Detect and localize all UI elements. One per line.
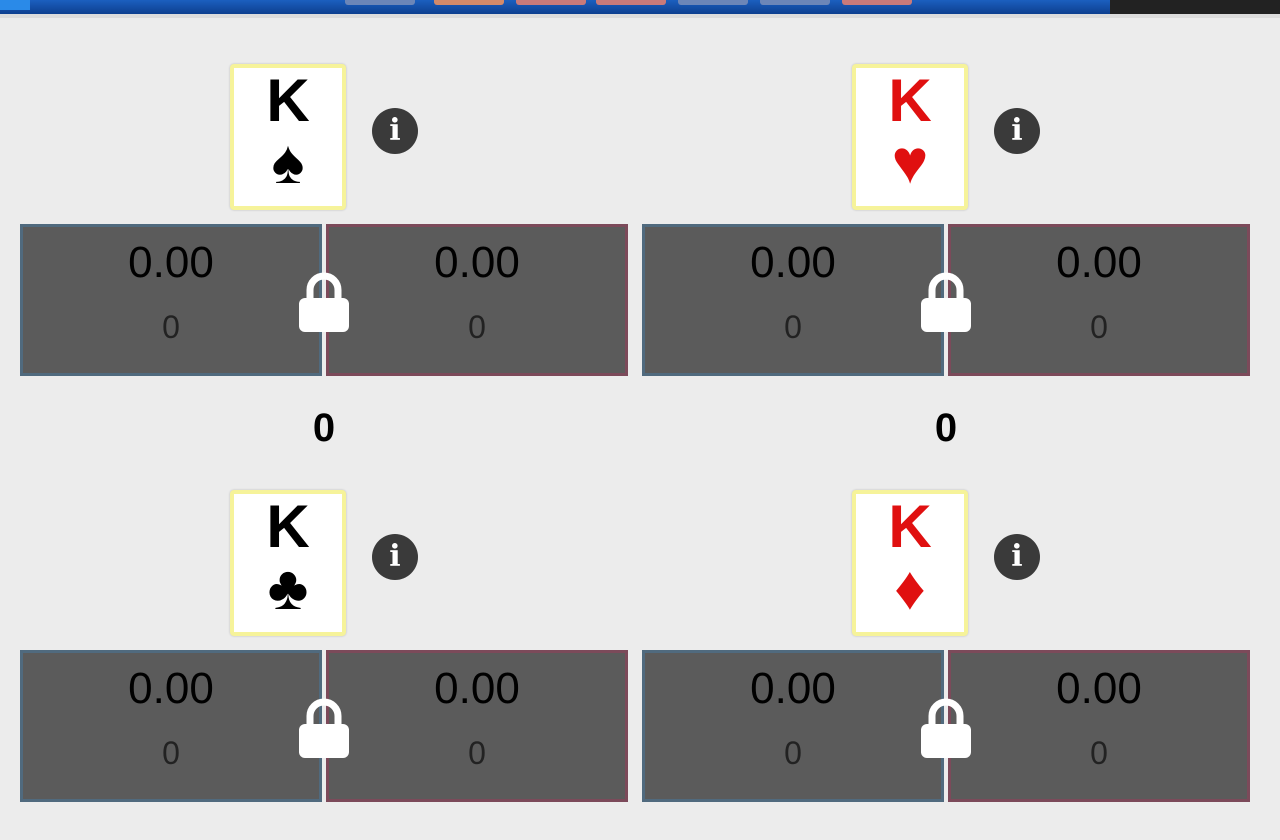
bet-count: 0 [162,309,180,345]
info-icon[interactable]: i [372,534,418,580]
card-rank: K [888,67,932,134]
bet-box-right[interactable]: 0.00 0 [948,224,1250,376]
playing-card[interactable]: K ♥ [852,64,968,210]
top-toolbar [0,0,1280,18]
bet-amount: 0.00 [750,664,836,713]
bet-box-right[interactable]: 0.00 0 [948,650,1250,802]
toolbar-button[interactable] [596,0,666,5]
lock-icon[interactable] [918,272,974,336]
info-icon[interactable]: i [994,534,1040,580]
toolbar-button[interactable] [760,0,830,5]
toolbar-dark-area [1110,0,1280,14]
bet-panel-king-clubs: K ♣ i 0.00 0 0.00 0 [20,490,628,840]
info-icon[interactable]: i [994,108,1040,154]
toolbar-button[interactable] [345,0,415,5]
playing-card[interactable]: K ♠ [230,64,346,210]
bet-box-left[interactable]: 0.00 0 [642,650,944,802]
card-rank: K [888,493,932,560]
diamond-icon: ♦ [894,554,926,623]
lock-icon[interactable] [918,698,974,762]
toolbar-button[interactable] [842,0,912,5]
bet-box-left[interactable]: 0.00 0 [20,650,322,802]
toolbar-accent [0,0,30,10]
bet-count: 0 [468,735,486,771]
bet-panel-king-hearts: K ♥ i 0.00 0 0.00 0 0 [642,64,1250,450]
playing-card[interactable]: K ♦ [852,490,968,636]
card-rank: K [266,493,310,560]
bet-panel-king-spades: K ♠ i 0.00 0 0.00 0 0 [20,64,628,450]
bet-count: 0 [784,309,802,345]
card-rank: K [266,67,310,134]
bet-count: 0 [1090,309,1108,345]
bet-count: 0 [784,735,802,771]
bet-area: 0.00 0 0.00 0 [20,224,628,382]
bet-amount: 0.00 [128,238,214,287]
panel-total: 0 [934,406,958,450]
bet-count: 0 [1090,735,1108,771]
info-icon[interactable]: i [372,108,418,154]
lock-icon[interactable] [296,698,352,762]
bet-panel-king-diamonds: K ♦ i 0.00 0 0.00 0 [642,490,1250,840]
bet-area: 0.00 0 0.00 0 [642,650,1250,808]
bet-count: 0 [468,309,486,345]
bet-count: 0 [162,735,180,771]
toolbar-button[interactable] [516,0,586,5]
bet-box-left[interactable]: 0.00 0 [642,224,944,376]
heart-icon: ♥ [891,128,929,197]
bet-amount: 0.00 [434,664,520,713]
playing-card[interactable]: K ♣ [230,490,346,636]
bet-box-left[interactable]: 0.00 0 [20,224,322,376]
panel-total: 0 [312,406,336,450]
bet-area: 0.00 0 0.00 0 [20,650,628,808]
bet-amount: 0.00 [750,238,836,287]
toolbar-button[interactable] [678,0,748,5]
bet-amount: 0.00 [434,238,520,287]
toolbar-button[interactable] [434,0,504,5]
bet-box-right[interactable]: 0.00 0 [326,224,628,376]
spade-icon: ♠ [271,128,305,197]
bet-box-right[interactable]: 0.00 0 [326,650,628,802]
bet-area: 0.00 0 0.00 0 [642,224,1250,382]
lock-icon[interactable] [296,272,352,336]
bet-amount: 0.00 [1056,664,1142,713]
club-icon: ♣ [267,554,309,623]
bet-amount: 0.00 [1056,238,1142,287]
bet-amount: 0.00 [128,664,214,713]
